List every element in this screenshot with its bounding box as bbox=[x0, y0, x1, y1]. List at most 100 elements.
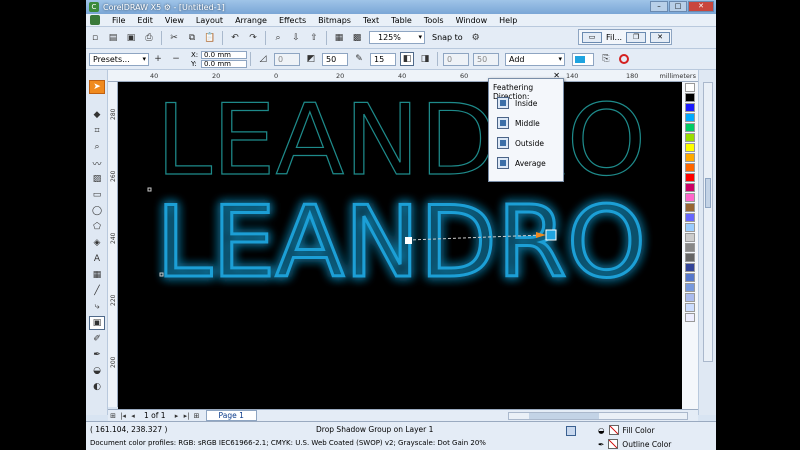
polygon-tool-icon[interactable]: ⬠ bbox=[89, 220, 105, 234]
add-page-icon[interactable]: ⊞ bbox=[108, 412, 118, 420]
open-folder-icon[interactable]: ▤ bbox=[106, 31, 120, 45]
clear-shadow-icon[interactable] bbox=[619, 54, 629, 64]
palette-swatch[interactable] bbox=[685, 103, 695, 112]
connector-tool-icon[interactable]: ⤷ bbox=[89, 300, 105, 314]
vertical-scroll-thumb[interactable] bbox=[705, 178, 711, 208]
palette-swatch[interactable] bbox=[685, 273, 695, 282]
docker-restore-button[interactable]: ❐ bbox=[626, 31, 647, 43]
menu-effects[interactable]: Effects bbox=[273, 16, 312, 25]
feather-option-average[interactable]: Average bbox=[497, 157, 546, 169]
drawing-canvas[interactable]: LEANDRO LEANDRO bbox=[118, 82, 682, 409]
undo-icon[interactable]: ↶ bbox=[228, 31, 242, 45]
docker-mini-label[interactable]: Fil... bbox=[606, 33, 622, 42]
palette-swatch[interactable] bbox=[685, 173, 695, 182]
save-icon[interactable]: ▣ bbox=[124, 31, 138, 45]
menu-arrange[interactable]: Arrange bbox=[229, 16, 273, 25]
shadow-start-handle[interactable] bbox=[405, 237, 412, 244]
freehand-tool-icon[interactable]: 〰 bbox=[89, 156, 105, 170]
menu-window[interactable]: Window bbox=[450, 16, 494, 25]
dimension-tool-icon[interactable]: ╱ bbox=[89, 284, 105, 298]
selection-handle[interactable] bbox=[147, 187, 152, 192]
shadow-stretch-input[interactable]: 0 bbox=[443, 52, 469, 66]
smart-fill-icon[interactable]: ▨ bbox=[89, 172, 105, 186]
palette-swatch[interactable] bbox=[685, 283, 695, 292]
new-document-icon[interactable]: ▫ bbox=[88, 31, 102, 45]
x-offset-input[interactable]: 0.0 mm bbox=[201, 50, 247, 59]
palette-swatch[interactable] bbox=[685, 213, 695, 222]
next-page-icon[interactable]: ▸ bbox=[172, 412, 182, 420]
menu-layout[interactable]: Layout bbox=[190, 16, 229, 25]
eyedropper-tool-icon[interactable]: ✐ bbox=[89, 332, 105, 346]
application-launcher-icon[interactable]: ▦ bbox=[332, 31, 346, 45]
feather-option-middle[interactable]: Middle bbox=[497, 117, 540, 129]
menu-tools[interactable]: Tools bbox=[418, 16, 450, 25]
zoom-tool-icon[interactable]: ⌕ bbox=[89, 140, 105, 154]
presets-dropdown[interactable]: Presets... bbox=[89, 52, 149, 66]
interactive-fill-icon[interactable]: ◐ bbox=[89, 380, 105, 394]
welcome-screen-icon[interactable]: ▩ bbox=[350, 31, 364, 45]
palette-swatch[interactable] bbox=[685, 313, 695, 322]
feather-option-outside[interactable]: Outside bbox=[497, 137, 544, 149]
panel-close-icon[interactable]: ✕ bbox=[553, 71, 560, 80]
rectangle-tool-icon[interactable]: ▭ bbox=[89, 188, 105, 202]
options-icon[interactable]: ⚙ bbox=[469, 31, 483, 45]
maximize-button[interactable]: □ bbox=[669, 1, 687, 12]
palette-swatch[interactable] bbox=[685, 193, 695, 202]
palette-swatch[interactable] bbox=[685, 143, 695, 152]
pick-tool-icon[interactable]: ➤ bbox=[89, 80, 105, 94]
import-icon[interactable]: ⇩ bbox=[289, 31, 303, 45]
palette-swatch[interactable] bbox=[685, 93, 695, 102]
palette-swatch[interactable] bbox=[685, 243, 695, 252]
zoom-level-select[interactable]: 125% bbox=[369, 31, 425, 44]
palette-swatch[interactable] bbox=[685, 123, 695, 132]
horizontal-scroll-thumb[interactable] bbox=[529, 413, 599, 419]
menu-file[interactable]: File bbox=[106, 16, 131, 25]
palette-swatch[interactable] bbox=[685, 203, 695, 212]
y-offset-input[interactable]: 0.0 mm bbox=[201, 59, 247, 68]
add-page-end-icon[interactable]: ⊞ bbox=[192, 412, 202, 420]
palette-swatch[interactable] bbox=[685, 113, 695, 122]
feathering-edges-icon[interactable]: ◨ bbox=[418, 52, 432, 66]
palette-swatch[interactable] bbox=[685, 183, 695, 192]
copy-shadow-properties-icon[interactable]: ⎘ bbox=[599, 52, 613, 66]
cut-icon[interactable]: ✂ bbox=[167, 31, 181, 45]
shadow-opacity-input[interactable]: 50 bbox=[322, 52, 348, 66]
palette-swatch[interactable] bbox=[685, 163, 695, 172]
palette-swatch[interactable] bbox=[685, 83, 695, 92]
vertical-ruler[interactable]: 280 260 240 220 200 bbox=[108, 82, 118, 407]
palette-swatch[interactable] bbox=[685, 293, 695, 302]
redo-icon[interactable]: ↷ bbox=[246, 31, 260, 45]
paste-icon[interactable]: 📋 bbox=[203, 31, 217, 45]
palette-swatch[interactable] bbox=[685, 233, 695, 242]
menu-bitmaps[interactable]: Bitmaps bbox=[312, 16, 357, 25]
menu-view[interactable]: View bbox=[159, 16, 190, 25]
feathering-direction-icon[interactable]: ◧ bbox=[400, 52, 414, 66]
minimize-button[interactable]: – bbox=[650, 1, 668, 12]
basic-shapes-icon[interactable]: ◈ bbox=[89, 236, 105, 250]
docker-close-button[interactable]: ✕ bbox=[650, 31, 671, 43]
shadow-end-handle[interactable] bbox=[545, 229, 557, 241]
add-preset-icon[interactable]: + bbox=[151, 52, 165, 66]
horizontal-ruler[interactable]: 40 20 0 20 40 60 140 180 millimeters bbox=[108, 70, 698, 82]
export-icon[interactable]: ⇧ bbox=[307, 31, 321, 45]
copy-icon[interactable]: ⧉ bbox=[185, 31, 199, 45]
menu-edit[interactable]: Edit bbox=[131, 16, 159, 25]
text-tool-icon[interactable]: A bbox=[89, 252, 105, 266]
leandro-glow-text[interactable]: LEANDRO bbox=[155, 185, 648, 302]
menu-table[interactable]: Table bbox=[385, 16, 418, 25]
document-menu-icon[interactable] bbox=[90, 15, 100, 25]
palette-swatch[interactable] bbox=[685, 253, 695, 262]
palette-swatch[interactable] bbox=[685, 263, 695, 272]
horizontal-scrollbar[interactable] bbox=[508, 412, 688, 420]
shadow-color-picker[interactable] bbox=[572, 52, 594, 66]
outline-pen-icon[interactable]: ✒ bbox=[89, 348, 105, 362]
outline-color-indicator[interactable]: ✒ Outline Color bbox=[598, 439, 671, 449]
shadow-angle-input[interactable]: 0 bbox=[274, 52, 300, 66]
snap-to-dropdown[interactable]: Snap to bbox=[432, 33, 463, 42]
vertical-scrollbar[interactable] bbox=[703, 82, 713, 362]
color-proof-icon[interactable] bbox=[566, 426, 576, 436]
ellipse-tool-icon[interactable]: ◯ bbox=[89, 204, 105, 218]
palette-swatch[interactable] bbox=[685, 153, 695, 162]
interactive-drop-shadow-icon[interactable]: ▣ bbox=[89, 316, 105, 330]
search-content-icon[interactable]: ⌕ bbox=[271, 31, 285, 45]
